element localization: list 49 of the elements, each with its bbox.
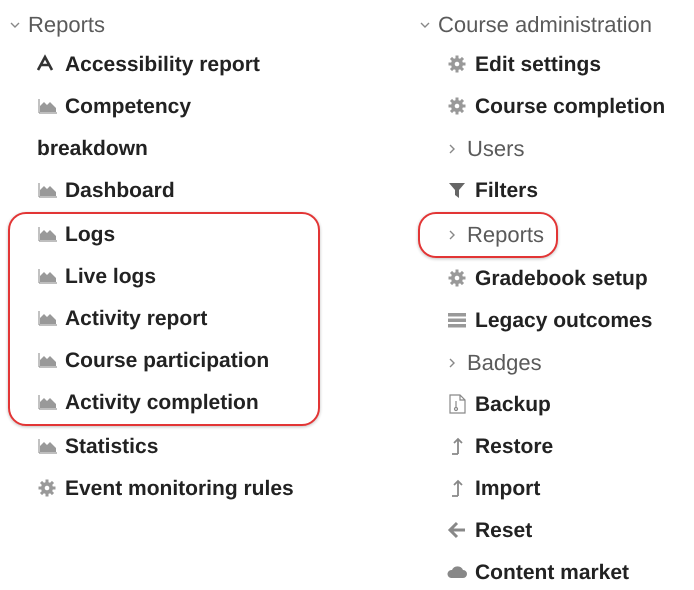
area-chart-icon — [37, 224, 57, 244]
menu-link[interactable]: Accessibility report — [10, 44, 295, 86]
menu-link[interactable]: Backup — [420, 384, 694, 426]
left-arrow-icon — [447, 520, 467, 540]
area-chart-icon — [37, 180, 57, 200]
chevron-right-icon — [447, 230, 457, 240]
menu-link[interactable]: Course participation — [10, 340, 293, 382]
settings-icon — [447, 54, 467, 74]
settings-icon — [447, 268, 467, 288]
menu-link[interactable]: Reset — [420, 510, 694, 552]
tree-node[interactable]: Badges — [420, 342, 542, 384]
menu-link[interactable]: Restore — [420, 426, 694, 468]
menu-link[interactable]: Course completion — [420, 86, 694, 128]
menu-link[interactable]: Import — [420, 468, 694, 510]
area-chart-icon — [37, 266, 57, 286]
tree-node[interactable]: Reports — [420, 214, 544, 256]
chevron-right-icon — [447, 358, 457, 368]
menu-link[interactable]: Edit settings — [420, 44, 694, 86]
section-header[interactable]: Course administration — [420, 6, 694, 44]
menu-link[interactable]: Legacy outcomes — [420, 300, 694, 342]
menu-link[interactable]: Filters — [420, 170, 694, 212]
node-label: Reports — [467, 221, 544, 249]
menu-link[interactable]: Live logs — [10, 256, 293, 298]
list-icon — [447, 310, 467, 330]
chevron-down-icon — [10, 20, 20, 30]
chevron-right-icon — [447, 144, 457, 154]
chevron-down-icon — [420, 20, 430, 30]
menu-link[interactable]: Gradebook setup — [420, 258, 694, 300]
menu-link[interactable]: Content market — [420, 552, 694, 590]
tree-node[interactable]: Users — [420, 128, 524, 170]
node-label: Badges — [467, 349, 542, 377]
menu-link[interactable]: Activity completion — [10, 382, 293, 424]
area-chart-icon — [37, 350, 57, 370]
settings-icon — [37, 478, 57, 498]
menu-link[interactable]: Statistics — [10, 426, 295, 468]
settings-icon — [447, 96, 467, 116]
area-chart-icon — [37, 436, 57, 456]
menu-link[interactable]: Logs — [10, 214, 293, 256]
menu-link[interactable]: Dashboard — [10, 170, 295, 212]
section-header[interactable]: Reports — [10, 6, 295, 44]
menu-link[interactable]: Activity report — [10, 298, 293, 340]
node-label: Users — [467, 135, 524, 163]
menu-link[interactable]: Event monitoring rules — [10, 468, 295, 510]
menu-link[interactable]: Competency breakdown — [10, 86, 295, 170]
filter-icon — [447, 180, 467, 200]
area-chart-icon — [37, 96, 57, 116]
area-chart-icon — [37, 308, 57, 328]
file-icon — [447, 394, 467, 414]
area-chart-icon — [37, 392, 57, 412]
